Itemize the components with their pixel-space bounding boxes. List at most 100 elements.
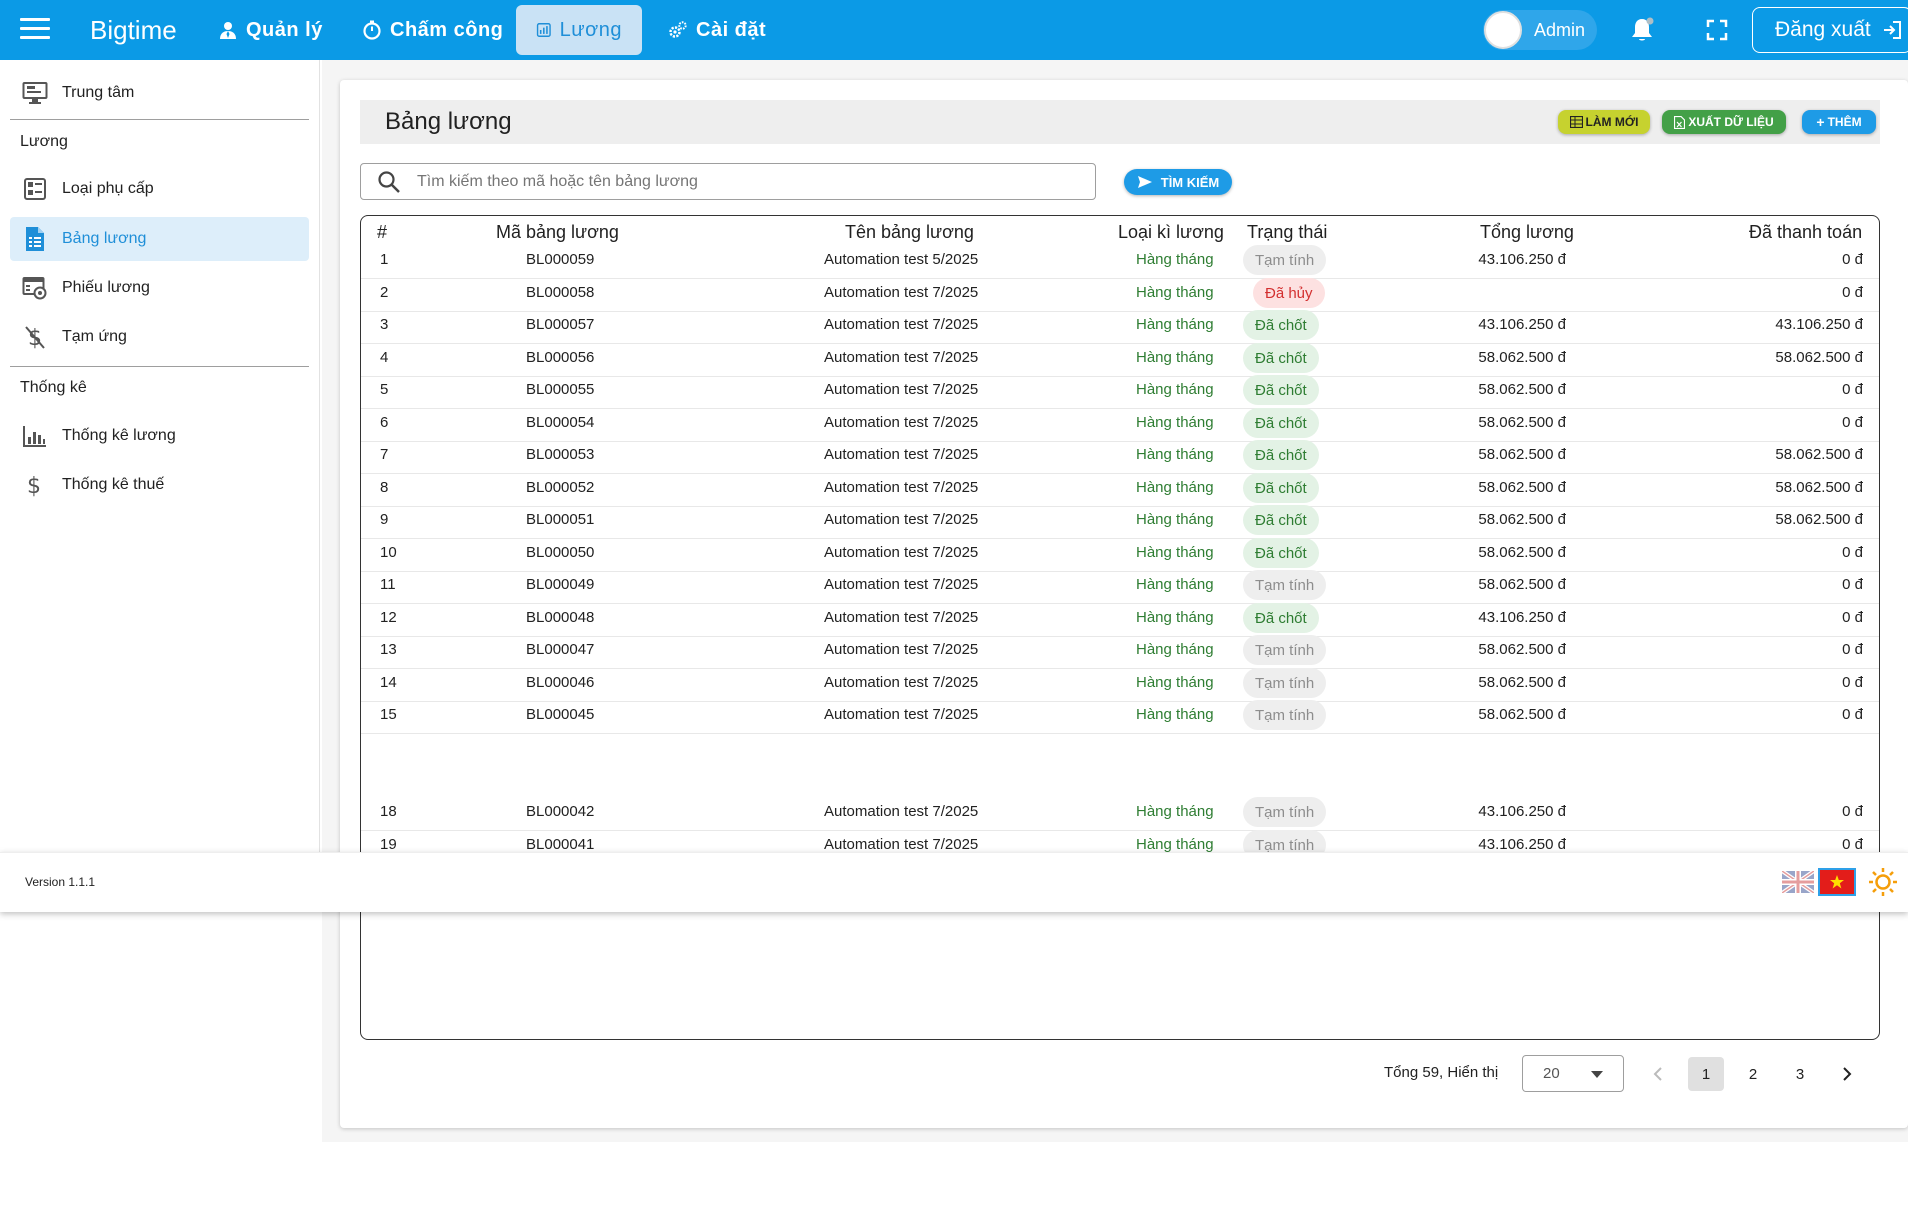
svg-text:$: $ — [27, 474, 41, 498]
cell-type: Hàng tháng — [1136, 479, 1214, 496]
top-bar: Bigtime Quản lý Chấm công Lương Cài đặt … — [0, 0, 1908, 60]
cell-total: 58.062.500 đ — [1478, 414, 1566, 431]
refresh-label: LÀM MỚI — [1585, 115, 1639, 129]
menu-icon[interactable] — [20, 18, 50, 42]
sidebar-item-trung-tam[interactable]: Trung tâm — [10, 71, 309, 115]
cell-code: BL000053 — [526, 446, 595, 463]
nav-label: Quản lý — [246, 18, 323, 41]
cell-name: Automation test 7/2025 — [824, 641, 979, 658]
cell-total: 58.062.500 đ — [1478, 446, 1566, 463]
allowance-list-icon — [22, 176, 48, 202]
cell-name: Automation test 7/2025 — [824, 381, 979, 398]
flag-vn-icon[interactable] — [1818, 868, 1856, 896]
status-badge: Đã chốt — [1243, 440, 1319, 470]
divider — [10, 119, 309, 120]
cell-index: 11 — [380, 576, 396, 593]
cell-paid: 0 đ — [1842, 284, 1863, 301]
logout-button[interactable]: Đăng xuất — [1752, 7, 1908, 53]
cell-paid: 0 đ — [1842, 609, 1863, 626]
sidebar-item-phieu-luong[interactable]: Phiếu lương — [10, 266, 309, 310]
sidebar-item-thong-ke-luong[interactable]: Thống kê lương — [10, 414, 309, 458]
prev-page-button[interactable] — [1640, 1057, 1676, 1091]
nav-cai-dat[interactable]: Cài đặt — [648, 5, 786, 55]
sidebar-section-luong: Lương — [20, 133, 68, 150]
cell-name: Automation test 7/2025 — [824, 803, 979, 820]
cell-paid: 43.106.250 đ — [1775, 316, 1863, 333]
page-size-select[interactable]: 20 — [1522, 1055, 1624, 1092]
cell-code: BL000054 — [526, 414, 595, 431]
logout-icon — [1883, 21, 1901, 39]
brand-logo[interactable]: Bigtime — [90, 15, 177, 46]
cell-total: 58.062.500 đ — [1478, 511, 1566, 528]
user-tie-icon — [220, 22, 236, 39]
cell-name: Automation test 7/2025 — [824, 609, 979, 626]
cell-type: Hàng tháng — [1136, 284, 1214, 301]
cell-type: Hàng tháng — [1136, 803, 1214, 820]
cell-index: 6 — [380, 414, 389, 431]
star-icon — [1830, 875, 1844, 889]
cell-code: BL000055 — [526, 381, 595, 398]
cell-type: Hàng tháng — [1136, 414, 1214, 431]
file-excel-icon — [1674, 115, 1686, 129]
sidebar-item-bang-luong[interactable]: Bảng lương — [10, 217, 309, 261]
cell-index: 1 — [380, 251, 389, 268]
bell-icon[interactable] — [1628, 16, 1656, 44]
status-badge: Đã chốt — [1243, 603, 1319, 633]
status-badge: Đã chốt — [1243, 538, 1319, 568]
cell-type: Hàng tháng — [1136, 251, 1214, 268]
flag-en-icon[interactable] — [1782, 871, 1814, 893]
logout-label: Đăng xuất — [1775, 18, 1871, 41]
cell-index: 14 — [380, 674, 397, 691]
cell-code: BL000057 — [526, 316, 595, 333]
page-button-1[interactable]: 1 — [1688, 1057, 1724, 1091]
cell-code: BL000041 — [526, 836, 595, 853]
nav-label: Chấm công — [390, 18, 504, 41]
cell-name: Automation test 7/2025 — [824, 316, 979, 333]
user-menu[interactable]: Admin — [1483, 10, 1597, 50]
cell-index: 7 — [380, 446, 389, 463]
status-badge: Tạm tính — [1243, 245, 1327, 275]
status-badge: Đã chốt — [1243, 310, 1319, 340]
cell-code: BL000047 — [526, 641, 595, 658]
status-badge: Tạm tính — [1243, 700, 1327, 730]
sidebar-item-thong-ke-thue[interactable]: $ Thống kê thuế — [10, 463, 309, 507]
refresh-button[interactable]: LÀM MỚI — [1558, 110, 1650, 134]
nav-cham-cong[interactable]: Chấm công — [342, 5, 523, 55]
table-icon — [1569, 116, 1583, 128]
sidebar: Trung tâm Lương Loại phụ cấp Bảng lương … — [0, 60, 320, 852]
search-input[interactable] — [417, 172, 1057, 191]
cell-paid: 0 đ — [1842, 641, 1863, 658]
nav-luong[interactable]: Lương — [516, 5, 642, 55]
cell-name: Automation test 7/2025 — [824, 414, 979, 431]
gears-icon — [669, 21, 687, 38]
fullscreen-icon[interactable] — [1705, 18, 1729, 42]
nav-quan-ly[interactable]: Quản lý — [198, 5, 343, 55]
cell-paid: 0 đ — [1842, 414, 1863, 431]
cell-name: Automation test 7/2025 — [824, 479, 979, 496]
cell-type: Hàng tháng — [1136, 609, 1214, 626]
cell-name: Automation test 7/2025 — [824, 706, 979, 723]
search-field[interactable] — [360, 163, 1096, 200]
sun-icon[interactable] — [1868, 867, 1898, 897]
cell-type: Hàng tháng — [1136, 576, 1214, 593]
cell-index: 3 — [380, 316, 389, 333]
cell-type: Hàng tháng — [1136, 836, 1214, 853]
sidebar-item-tam-ung[interactable]: $ Tạm ứng — [10, 315, 309, 359]
cell-total: 43.106.250 đ — [1478, 836, 1566, 853]
export-button[interactable]: XUẤT DỮ LIỆU — [1662, 110, 1786, 134]
sidebar-item-loai-phu-cap[interactable]: Loại phụ cấp — [10, 167, 309, 211]
next-page-button[interactable] — [1829, 1057, 1865, 1091]
add-button[interactable]: + THÊM — [1802, 110, 1876, 134]
status-badge: Đã chốt — [1243, 408, 1319, 438]
cell-index: 8 — [380, 479, 389, 496]
search-button[interactable]: TÌM KIẾM — [1124, 169, 1232, 195]
cell-paid: 0 đ — [1842, 674, 1863, 691]
panel-header — [360, 100, 1880, 144]
status-badge: Đã chốt — [1243, 343, 1319, 373]
page-button-2[interactable]: 2 — [1735, 1057, 1771, 1091]
page-button-3[interactable]: 3 — [1782, 1057, 1818, 1091]
table-row[interactable]: 15 BL000045 Automation test 7/2025 Hàng thá… — [361, 695, 1879, 734]
cell-code: BL000046 — [526, 674, 595, 691]
cell-index: 10 — [380, 544, 397, 561]
cell-type: Hàng tháng — [1136, 674, 1214, 691]
